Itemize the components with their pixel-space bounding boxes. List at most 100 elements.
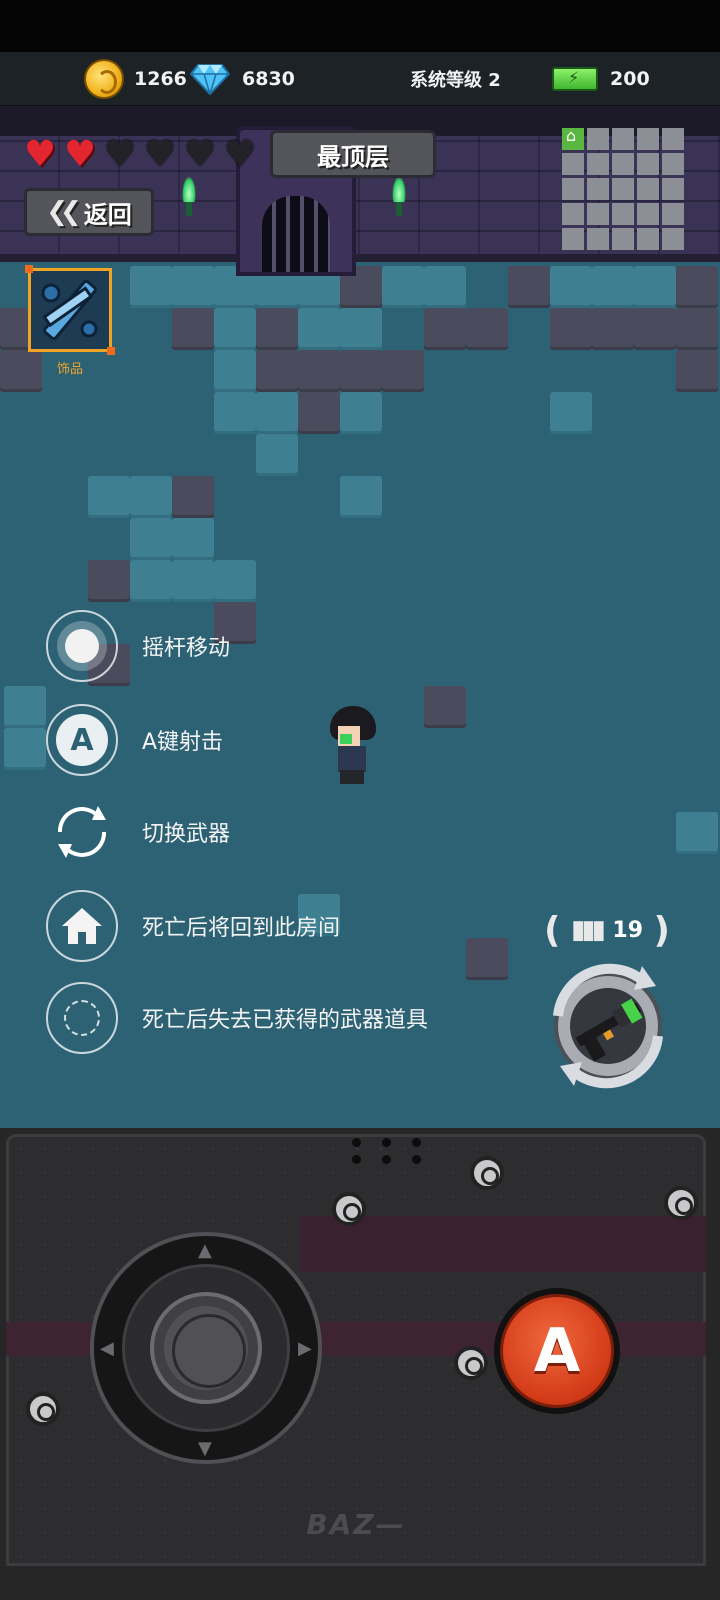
heart-full-icon: ♥ <box>23 134 57 175</box>
torch-right-icon <box>390 176 408 220</box>
arrow-up-icon: ▲ <box>198 1240 212 1261</box>
hint-home-room: 死亡后将回到此房间 <box>46 890 340 962</box>
minimap-room <box>587 153 609 175</box>
a-button-icon: A <box>46 704 118 776</box>
switch-weapon-button[interactable] <box>538 960 680 1090</box>
floor-tile <box>214 560 256 602</box>
floor-tile <box>172 518 214 560</box>
floor-tile <box>508 266 550 308</box>
floor-tile <box>214 308 256 350</box>
energy-counter: 200 <box>552 52 650 106</box>
heart-empty-icon: ♥ <box>223 134 257 175</box>
heart-empty-icon: ♥ <box>103 134 137 175</box>
floor-tile <box>340 308 382 350</box>
minimap-room <box>662 153 684 175</box>
minimap-room <box>637 203 659 225</box>
floor-tile <box>130 560 172 602</box>
hint-lose-items: 死亡后失去已获得的武器道具 <box>46 982 428 1054</box>
floor-tile <box>676 308 718 350</box>
floor-tile <box>4 686 46 728</box>
hint-text: A键射击 <box>142 730 224 755</box>
arrow-right-icon: ▶ <box>298 1338 312 1359</box>
controller-stripe-upper <box>300 1216 706 1272</box>
joystick-knob[interactable] <box>150 1292 262 1404</box>
minimap-room <box>587 203 609 225</box>
floor-tile <box>676 812 718 854</box>
home-icon <box>46 890 118 962</box>
floor-tile <box>172 266 214 308</box>
minimap-room <box>612 203 634 225</box>
floor-tile <box>424 686 466 728</box>
minimap-room <box>637 153 659 175</box>
resource-bar: 1266 6830 系统等级 2 200 <box>0 52 720 106</box>
hint-text: 摇杆移动 <box>142 636 231 661</box>
floor-tile <box>676 350 718 392</box>
floor-tile <box>592 266 634 308</box>
hint-switch-weapon: 切换武器 <box>46 796 230 868</box>
energy-icon <box>552 67 598 91</box>
ammo-count: 19 <box>612 917 644 943</box>
floor-tile <box>634 266 676 308</box>
dashed-circle-icon <box>46 982 118 1054</box>
coin-counter: 1266 <box>84 52 187 106</box>
ammo-counter: ( ▮▮▮ 19 ) <box>544 908 670 952</box>
hint-text: 死亡后将回到此房间 <box>142 916 341 941</box>
minimap-room <box>562 153 584 175</box>
floor-tile <box>88 476 130 518</box>
floor-tile <box>466 308 508 350</box>
floor-title: 最顶层 <box>270 130 436 178</box>
screw-icon <box>664 1186 698 1220</box>
minimap-room <box>637 178 659 200</box>
floor-tile <box>340 392 382 434</box>
virtual-joystick[interactable]: ▲ ▼ ◀ ▶ <box>90 1232 322 1464</box>
hint-joystick: 摇杆移动 <box>46 610 230 682</box>
minimap-room <box>662 203 684 225</box>
hint-a-button: A A键射击 <box>46 704 223 776</box>
floor-tile <box>298 392 340 434</box>
arrow-down-icon: ▼ <box>198 1438 212 1459</box>
game-screen: 1266 6830 系统等级 2 200 ♥♥♥♥♥♥ 最顶层 ❮❮ 返回 <box>0 0 720 1600</box>
accessory-slot[interactable] <box>25 265 115 355</box>
gem-counter: 6830 <box>190 52 295 106</box>
minimap-room <box>612 153 634 175</box>
minimap-home-room <box>562 126 584 150</box>
floor-tile <box>214 350 256 392</box>
screw-icon <box>332 1192 366 1226</box>
switch-weapon-icon <box>46 796 118 868</box>
floor-tile <box>592 308 634 350</box>
floor-tile <box>424 266 466 308</box>
coin-count: 1266 <box>134 68 187 90</box>
floor-tile <box>382 350 424 392</box>
bracket-right: ) <box>653 909 670 951</box>
floor-tile <box>172 476 214 518</box>
floor-tile <box>466 938 508 980</box>
floor-tile <box>256 434 298 476</box>
floor-tile <box>382 266 424 308</box>
speaker-dots <box>352 1138 422 1164</box>
minimap-room <box>637 128 659 150</box>
back-arrow-icon: ❮❮ <box>46 197 81 227</box>
energy-count: 200 <box>610 68 650 90</box>
hint-text: 死亡后失去已获得的武器道具 <box>142 1008 429 1033</box>
floor-tile <box>172 308 214 350</box>
joystick-icon <box>46 610 118 682</box>
floor-tile <box>172 560 214 602</box>
minimap[interactable] <box>562 126 684 250</box>
minimap-room <box>587 178 609 200</box>
floor-tile <box>130 518 172 560</box>
floor-tile <box>550 308 592 350</box>
a-fire-button[interactable]: A <box>494 1288 620 1414</box>
floor-tile <box>214 392 256 434</box>
diamond-icon <box>190 64 230 95</box>
floor-tile <box>550 266 592 308</box>
minimap-room <box>637 228 659 250</box>
minimap-room <box>562 203 584 225</box>
accessory-wrench-icon <box>41 279 98 341</box>
floor-tile <box>88 560 130 602</box>
hint-text: 切换武器 <box>142 822 231 847</box>
back-button[interactable]: ❮❮ 返回 <box>24 188 154 236</box>
floor-tile <box>550 392 592 434</box>
floor-tile <box>4 728 46 770</box>
floor-tile <box>424 308 466 350</box>
gate-bars <box>262 196 330 272</box>
